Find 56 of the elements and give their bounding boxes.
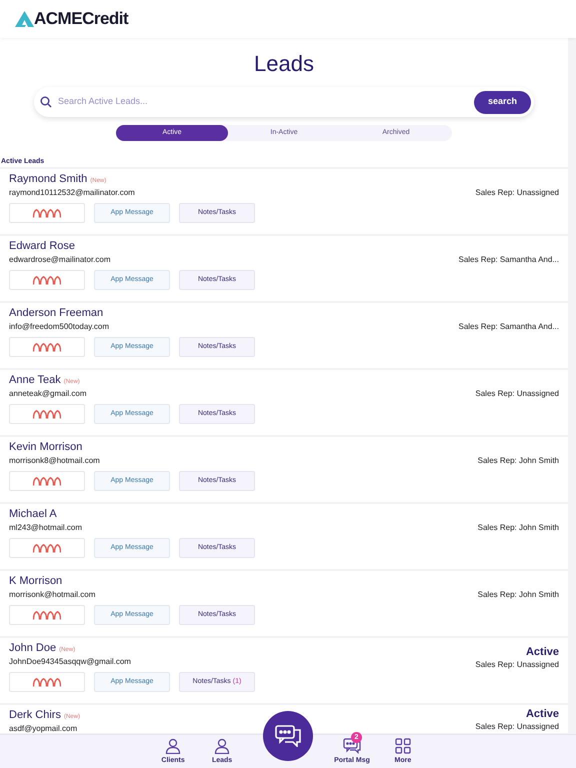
lead-email: edwardrose@mailinator.com xyxy=(9,254,112,265)
status-label: Active xyxy=(526,708,559,721)
lead-email: raymond10112532@mailinator.com xyxy=(9,187,136,198)
lead-name: Kevin Morrison xyxy=(9,440,82,455)
sales-rep: Sales Rep: Unassigned xyxy=(475,187,559,198)
lead-email: JohnDoe94345asqqw@gmail.com xyxy=(9,656,132,667)
lead-name: Raymond Smith xyxy=(9,172,88,187)
flames-icon xyxy=(33,476,61,486)
lead-name: Derk Chirs xyxy=(9,708,61,723)
flames-icon xyxy=(33,208,61,218)
sales-rep: Sales Rep: Samantha And... xyxy=(458,321,559,332)
status-label: Active xyxy=(526,646,559,659)
flames-icon xyxy=(33,410,61,418)
lead-email: asdf@yopmail.com xyxy=(9,723,78,734)
flames-icon xyxy=(33,342,61,352)
lead-email: morrisonk8@hotmail.com xyxy=(9,455,101,466)
lead-email: ml243@hotmail.com xyxy=(9,522,84,533)
sales-rep: Sales Rep: John Smith xyxy=(478,589,559,600)
chat-icon xyxy=(342,738,361,754)
flames-icon xyxy=(33,276,61,284)
search-icon xyxy=(40,96,52,108)
chat-icon xyxy=(275,725,301,747)
lead-email: morrisonk@hotmail.com xyxy=(9,589,96,600)
lead-name: Edward Rose xyxy=(9,239,76,254)
sales-rep: Sales Rep: Unassigned xyxy=(475,659,559,670)
sales-rep: Sales Rep: Unassigned xyxy=(475,388,559,399)
flames-icon xyxy=(33,610,61,620)
lead-name: K Morrison xyxy=(9,574,62,589)
lead-name: Michael A xyxy=(9,507,57,522)
lead-score-button[interactable] xyxy=(9,471,85,491)
lead-score-button[interactable] xyxy=(9,538,85,558)
person-icon xyxy=(214,738,230,754)
sales-rep: Sales Rep: Unassigned xyxy=(475,721,559,732)
flames-icon xyxy=(33,678,61,686)
brand-name: ACMECredit xyxy=(34,8,128,30)
sales-rep: Sales Rep: John Smith xyxy=(478,522,559,533)
lead-score-button[interactable] xyxy=(9,605,85,625)
lead-email: anneteak@gmail.com xyxy=(9,388,88,399)
lead-score-button[interactable] xyxy=(9,270,85,290)
lead-name: Anne Teak xyxy=(9,373,61,388)
lead-name: John Doe xyxy=(9,641,56,656)
sales-rep: Sales Rep: John Smith xyxy=(478,455,559,466)
lead-email: info@freedom500today.com xyxy=(9,321,110,332)
flames-icon xyxy=(33,544,61,552)
lead-score-button[interactable] xyxy=(9,337,85,357)
grid-icon xyxy=(394,738,411,754)
lead-score-button[interactable] xyxy=(9,672,85,692)
logo-icon xyxy=(15,11,34,27)
person-icon xyxy=(165,738,182,754)
lead-score-button[interactable] xyxy=(9,404,85,424)
page-title: Leads xyxy=(254,51,314,77)
sales-rep: Sales Rep: Samantha And... xyxy=(458,254,559,265)
lead-score-button[interactable] xyxy=(9,203,85,223)
search-button[interactable]: search xyxy=(474,90,531,114)
search-field[interactable]: Search Active Leads... search xyxy=(34,87,534,117)
lead-name: Anderson Freeman xyxy=(9,306,104,321)
